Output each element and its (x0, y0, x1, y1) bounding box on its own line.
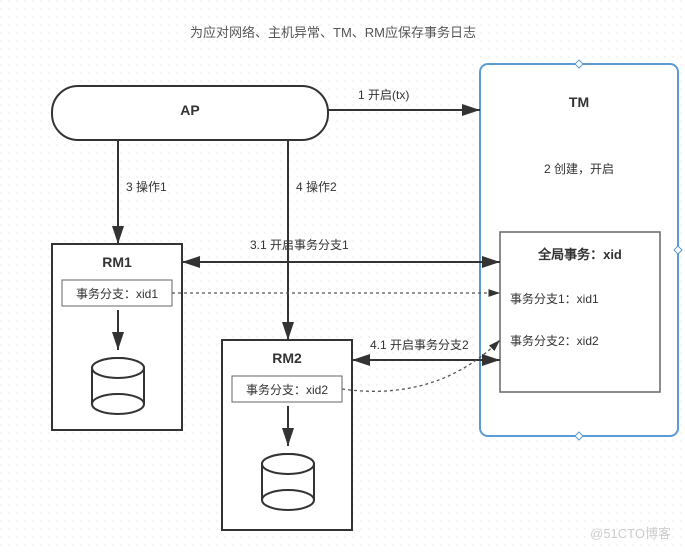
node-rm1-label: RM1 (52, 254, 182, 270)
global-branch1: 事务分支1：xid1 (510, 290, 650, 307)
tm-note: 2 创建，开启 (480, 160, 678, 177)
edge-4-label: 4 操作2 (296, 178, 337, 195)
edge-3-label: 3 操作1 (126, 178, 167, 195)
watermark: @51CTO博客 (590, 523, 671, 542)
global-tx-title: 全局事务：xid (500, 244, 660, 263)
global-branch2: 事务分支2：xid2 (510, 332, 650, 349)
edge-41-label: 4.1 开启事务分支2 (370, 336, 469, 353)
edge-1-label: 1 开启(tx) (358, 86, 409, 103)
node-tm-label: TM (480, 94, 678, 110)
rm2-inner: 事务分支：xid2 (232, 381, 342, 398)
node-rm2-label: RM2 (222, 350, 352, 366)
diagram-title: 为应对网络、主机异常、TM、RM应保存事务日志 (190, 22, 476, 41)
edge-31-label: 3.1 开启事务分支1 (250, 236, 349, 253)
node-ap-label: AP (52, 102, 328, 118)
rm1-inner: 事务分支：xid1 (62, 285, 172, 302)
